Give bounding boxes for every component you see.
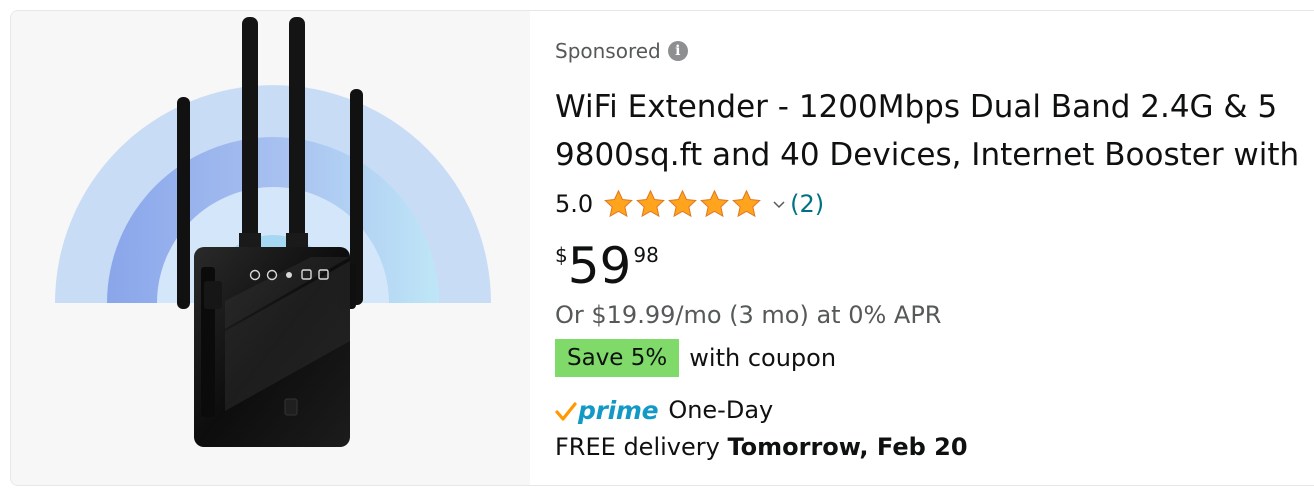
star-icon: [732, 189, 762, 218]
price-symbol: $: [555, 243, 568, 267]
price[interactable]: $ 59 98: [555, 237, 659, 295]
product-title-line2: 9800sq.ft and 40 Devices, Internet Boost…: [555, 137, 1300, 173]
checkmark-icon: [555, 402, 577, 421]
product-title[interactable]: WiFi Extender - 1200Mbps Dual Band 2.4G …: [555, 83, 1299, 179]
product-info: Sponsored i WiFi Extender - 1200Mbps Dua…: [555, 11, 1314, 485]
prime-row: prime One-Day: [555, 393, 773, 427]
price-fraction: 98: [633, 243, 659, 267]
financing-text: Or $19.99/mo (3 mo) at 0% APR: [555, 301, 942, 329]
star-icon: [636, 189, 666, 218]
prime-speed: One-Day: [668, 396, 774, 424]
review-count-link[interactable]: (2): [790, 190, 824, 218]
delivery-prefix: FREE delivery: [555, 433, 728, 461]
sponsored-text: Sponsored: [555, 39, 661, 63]
star-rating[interactable]: [603, 189, 762, 219]
price-whole: 59: [567, 237, 632, 295]
rating-row: 5.0 (2): [555, 187, 824, 221]
delivery-date: Tomorrow, Feb 20: [727, 433, 968, 461]
coupon-text: with coupon: [689, 344, 837, 372]
rating-value: 5.0: [555, 190, 594, 218]
sponsored-label[interactable]: Sponsored i: [555, 39, 688, 63]
star-icon: [700, 189, 730, 218]
star-icon: [668, 189, 698, 218]
info-icon[interactable]: i: [667, 41, 688, 61]
star-icon: [604, 189, 634, 218]
chevron-down-icon[interactable]: [772, 195, 786, 214]
product-image[interactable]: [11, 11, 530, 485]
product-title-line1: WiFi Extender - 1200Mbps Dual Band 2.4G …: [555, 89, 1278, 125]
coupon-row: Save 5% with coupon: [555, 339, 836, 377]
delivery-info: FREE delivery Tomorrow, Feb 20: [555, 433, 968, 461]
prime-logo: prime: [578, 395, 659, 425]
coupon-badge[interactable]: Save 5%: [555, 339, 680, 377]
product-card[interactable]: Sponsored i WiFi Extender - 1200Mbps Dua…: [10, 10, 1314, 486]
